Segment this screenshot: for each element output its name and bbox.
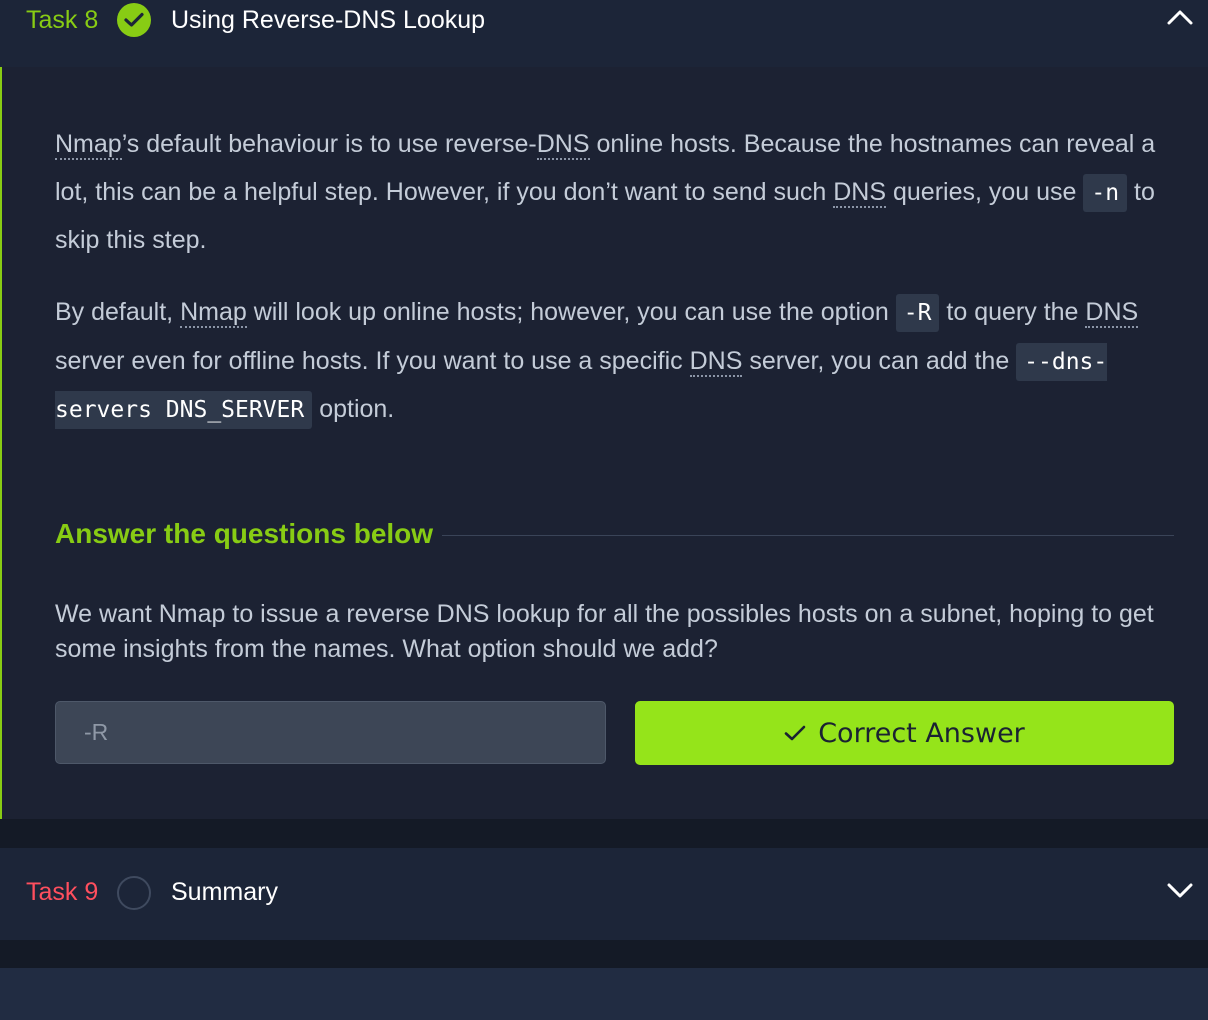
paragraph-1: Nmap’s default behaviour is to use rever…: [55, 130, 1156, 254]
task9-number: Task 9: [26, 878, 99, 906]
answer-heading: Answer the questions below: [55, 518, 434, 549]
empty-circle-icon: [117, 876, 151, 910]
question-text: We want Nmap to issue a reverse DNS look…: [55, 600, 1154, 663]
task-separator: [0, 819, 1208, 848]
task-separator: [0, 940, 1208, 968]
correct-answer-label: Correct Answer: [818, 717, 1025, 749]
abbr-nmap: Nmap: [180, 298, 247, 328]
task9-header[interactable]: Task 9 Summary: [0, 848, 1208, 940]
chevron-up-icon[interactable]: [1166, 8, 1194, 26]
abbr-nmap: Nmap: [55, 130, 122, 160]
paragraph-2: By default, Nmap will look up online hos…: [55, 289, 1175, 435]
correct-answer-button[interactable]: Correct Answer: [635, 701, 1174, 765]
task9-title: Summary: [171, 878, 278, 906]
abbr-dns: DNS: [833, 177, 887, 208]
code-r-option: -R: [895, 294, 940, 332]
task8-title: Using Reverse-DNS Lookup: [171, 6, 486, 34]
check-icon: [784, 718, 806, 749]
code-n-option: -n: [1083, 173, 1128, 212]
task8-header[interactable]: Task 8 Using Reverse-DNS Lookup: [0, 0, 1208, 67]
task8-number: Task 8: [26, 6, 99, 34]
check-circle-icon: [117, 3, 151, 37]
abbr-dns: DNS: [1085, 298, 1139, 328]
heading-divider: [442, 535, 1174, 536]
footer-bar: [0, 968, 1208, 1020]
chevron-down-icon[interactable]: [1166, 882, 1194, 900]
abbr-dns: DNS: [536, 130, 590, 160]
answer-input[interactable]: [55, 701, 606, 764]
abbr-dns: DNS: [689, 346, 743, 377]
task8-body: Nmap’s default behaviour is to use rever…: [0, 67, 1208, 819]
